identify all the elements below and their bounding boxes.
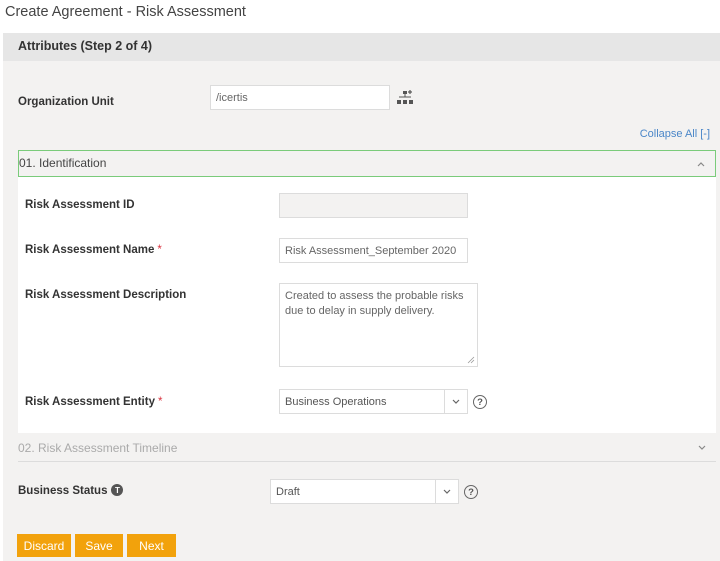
org-unit-label: Organization Unit <box>18 96 114 108</box>
info-icon[interactable]: T <box>111 484 124 496</box>
help-icon[interactable]: ? <box>473 395 487 409</box>
required-marker: * <box>157 396 163 408</box>
org-unit-value: /icertis <box>216 91 248 104</box>
risk-description-textarea[interactable]: Created to assess the probable risks due… <box>279 283 478 367</box>
business-status-value: Draft <box>276 486 300 498</box>
save-button[interactable]: Save <box>75 534 123 557</box>
section-identification-header[interactable]: 01. Identification <box>18 150 716 177</box>
business-status-label: Business Status T <box>18 484 124 497</box>
org-hierarchy-add-icon[interactable] <box>396 90 414 106</box>
risk-name-input[interactable]: Risk Assessment_September 2020 <box>279 238 468 263</box>
risk-description-value: Created to assess the probable risks due… <box>285 290 464 317</box>
risk-name-label: Risk Assessment Name * <box>25 244 162 256</box>
required-marker: * <box>157 244 162 256</box>
org-unit-input[interactable]: /icertis <box>210 85 390 110</box>
section-timeline-header[interactable]: 02. Risk Assessment Timeline <box>18 434 716 462</box>
next-button[interactable]: Next <box>127 534 176 557</box>
resize-grip-icon[interactable] <box>467 356 475 364</box>
risk-entity-value: Business Operations <box>285 396 387 408</box>
collapse-all-link[interactable]: Collapse All [-] <box>640 128 710 140</box>
help-icon[interactable]: ? <box>464 485 478 499</box>
risk-entity-select[interactable]: Business Operations <box>279 389 468 414</box>
risk-entity-label: Risk Assessment Entity * <box>25 396 163 408</box>
risk-description-label: Risk Assessment Description <box>25 289 187 301</box>
chevron-down-icon[interactable] <box>698 445 706 451</box>
page-title: Create Agreement - Risk Assessment <box>5 4 246 20</box>
business-status-select[interactable]: Draft <box>270 479 459 504</box>
risk-name-value: Risk Assessment_September 2020 <box>285 244 457 257</box>
step-title: Attributes (Step 2 of 4) <box>18 39 153 53</box>
section-timeline-title: 02. Risk Assessment Timeline <box>18 441 178 455</box>
risk-id-label: Risk Assessment ID <box>25 199 135 211</box>
chevron-down-icon[interactable] <box>435 480 458 503</box>
risk-id-input <box>279 193 468 218</box>
chevron-down-icon[interactable] <box>444 390 467 413</box>
chevron-up-icon[interactable] <box>697 161 705 167</box>
section-identification-title: 01. Identification <box>19 156 107 170</box>
panel-header: Attributes (Step 2 of 4) <box>3 33 720 61</box>
discard-button[interactable]: Discard <box>17 534 71 557</box>
